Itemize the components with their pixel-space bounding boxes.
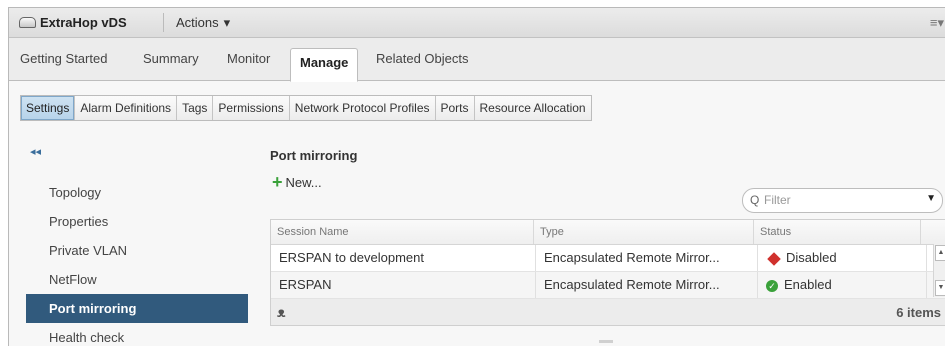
object-title: ExtraHop vDS [19,15,127,30]
filter-input[interactable]: Q Filter ▼ [742,188,943,213]
sessions-table: Session Name Type Status ERSPAN to devel… [270,219,945,326]
actions-label: Actions [176,15,219,30]
session-name-cell: ERSPAN [271,272,536,298]
subtab-resource-allocation[interactable]: Resource Allocation [473,96,591,120]
tab-manage[interactable]: Manage [290,48,359,82]
status-cell: ✓ Enabled [758,272,927,298]
panel-menu-icon[interactable]: ≡▾ [930,15,944,31]
type-cell: Encapsulated Remote Mirror... [536,272,758,298]
scroll-down-icon[interactable]: ▼ [935,280,945,296]
subtab-tags[interactable]: Tags [176,96,212,120]
tab-summary[interactable]: Summary [143,51,199,66]
port-mirroring-panel: Port mirroring + New... Q Filter ▼ Sessi… [265,148,945,346]
panel-title: Port mirroring [270,148,358,163]
filter-placeholder: Filter [764,193,791,207]
binoculars-icon[interactable]: ᴥ [277,304,286,320]
nav-item-health-check[interactable]: Health check [26,323,248,346]
tab-related-objects[interactable]: Related Objects [376,51,469,66]
object-name: ExtraHop vDS [40,15,127,30]
tab-monitor[interactable]: Monitor [227,51,270,66]
title-separator [163,13,164,32]
subtab-settings[interactable]: Settings [21,96,75,120]
settings-nav: Topology Properties Private VLAN NetFlow… [26,178,248,346]
status-cell: Disabled [758,245,927,271]
table-header: Session Name Type Status [271,220,945,245]
app-frame: ExtraHop vDS Actions ▾ ≡▾ Getting Starte… [8,7,945,346]
resize-grip[interactable] [599,340,613,343]
subtab-network-protocol-profiles[interactable]: Network Protocol Profiles [288,96,435,120]
subtab-ports[interactable]: Ports [434,96,474,120]
table-row[interactable]: ERSPAN Encapsulated Remote Mirror... ✓ En… [271,272,945,299]
subtab-alarm-definitions[interactable]: Alarm Definitions [74,96,176,120]
add-icon: + [272,172,283,192]
actions-menu-button[interactable]: Actions ▾ [176,15,230,31]
type-cell: Encapsulated Remote Mirror... [536,245,758,271]
nav-item-properties[interactable]: Properties [26,207,248,236]
status-text: Disabled [786,250,837,265]
enabled-icon: ✓ [766,279,778,292]
secondary-tab-bar: Settings Alarm Definitions Tags Permissi… [20,95,592,121]
nav-item-topology[interactable]: Topology [26,178,248,207]
table-row[interactable]: ERSPAN to development Encapsulated Remot… [271,245,945,272]
column-header-type[interactable]: Type [534,220,754,244]
disabled-icon [767,251,781,266]
status-text: Enabled [784,277,832,292]
search-icon: Q [750,193,760,207]
table-scrollbar[interactable]: ▲ ▼ [933,244,945,297]
distributed-switch-icon [19,17,36,28]
column-header-session-name[interactable]: Session Name [271,220,534,244]
filter-dropdown-icon[interactable]: ▼ [926,193,936,204]
title-bar: ExtraHop vDS Actions ▾ ≡▾ [9,8,945,38]
collapse-nav-icon[interactable]: ◂◂ [30,145,41,158]
subtab-permissions[interactable]: Permissions [212,96,288,120]
primary-tab-bar: Getting Started Summary Monitor Manage R… [9,38,945,82]
new-session-button[interactable]: + New... [272,172,322,192]
nav-item-port-mirroring[interactable]: Port mirroring [26,294,248,323]
column-header-status[interactable]: Status [754,220,921,244]
item-count: 6 items [896,304,941,320]
scroll-up-icon[interactable]: ▲ [935,245,945,261]
chevron-down-icon: ▾ [223,15,231,30]
new-label: New... [285,175,322,190]
tab-getting-started[interactable]: Getting Started [20,51,107,66]
session-name-cell: ERSPAN to development [271,245,536,271]
nav-item-netflow[interactable]: NetFlow [26,265,248,294]
table-footer: ᴥ 6 items [271,299,945,325]
nav-item-private-vlan[interactable]: Private VLAN [26,236,248,265]
